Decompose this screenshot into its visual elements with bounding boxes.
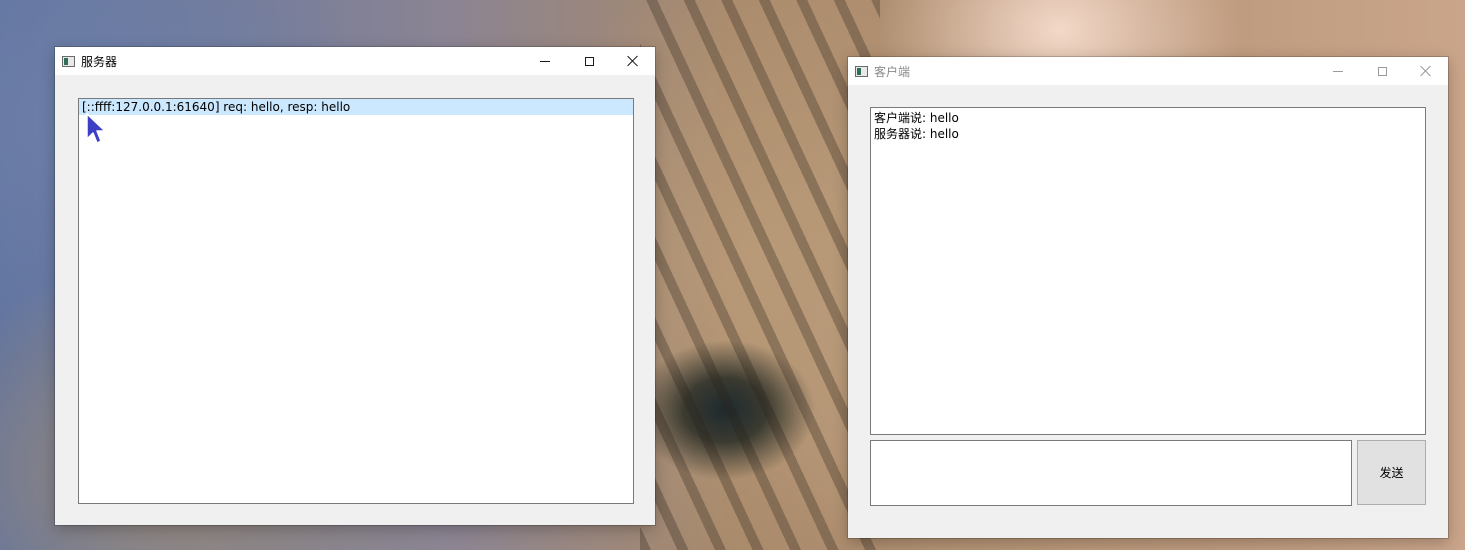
client-window-title: 客户端 [874,64,911,79]
server-titlebar[interactable]: 服务器 [55,47,655,75]
mouse-cursor-icon [86,113,106,144]
window-controls [523,47,655,75]
server-window-title: 服务器 [81,54,118,69]
chat-line: 服务器说: hello [874,127,959,141]
chat-history[interactable]: 客户端说: hello 服务器说: hello [870,107,1426,435]
close-icon [1420,65,1432,77]
maximize-button[interactable] [1360,57,1404,85]
window-controls [1316,57,1448,85]
app-window-icon [62,55,75,67]
client-window: 客户端 客户端说: hello 服务器说: hello 发送 [848,57,1448,538]
close-icon [627,55,639,67]
close-button[interactable] [1404,57,1448,85]
message-input[interactable] [870,440,1352,506]
server-log-list[interactable]: [::ffff:127.0.0.1:61640] req: hello, res… [78,98,634,504]
chat-line: 客户端说: hello [874,111,959,125]
close-button[interactable] [611,47,655,75]
minimize-button[interactable] [1316,57,1360,85]
app-window-icon [855,65,868,77]
maximize-icon [1377,66,1387,76]
minimize-icon [540,60,550,62]
desktop-wallpaper-pattern [640,0,880,550]
list-item[interactable]: [::ffff:127.0.0.1:61640] req: hello, res… [79,99,633,115]
maximize-button[interactable] [567,47,611,75]
client-titlebar[interactable]: 客户端 [848,57,1448,85]
maximize-icon [584,56,594,66]
send-button[interactable]: 发送 [1357,440,1426,505]
minimize-button[interactable] [523,47,567,75]
server-window: 服务器 [::ffff:127.0.0.1:61640] req: hello,… [55,47,655,525]
minimize-icon [1333,70,1343,72]
